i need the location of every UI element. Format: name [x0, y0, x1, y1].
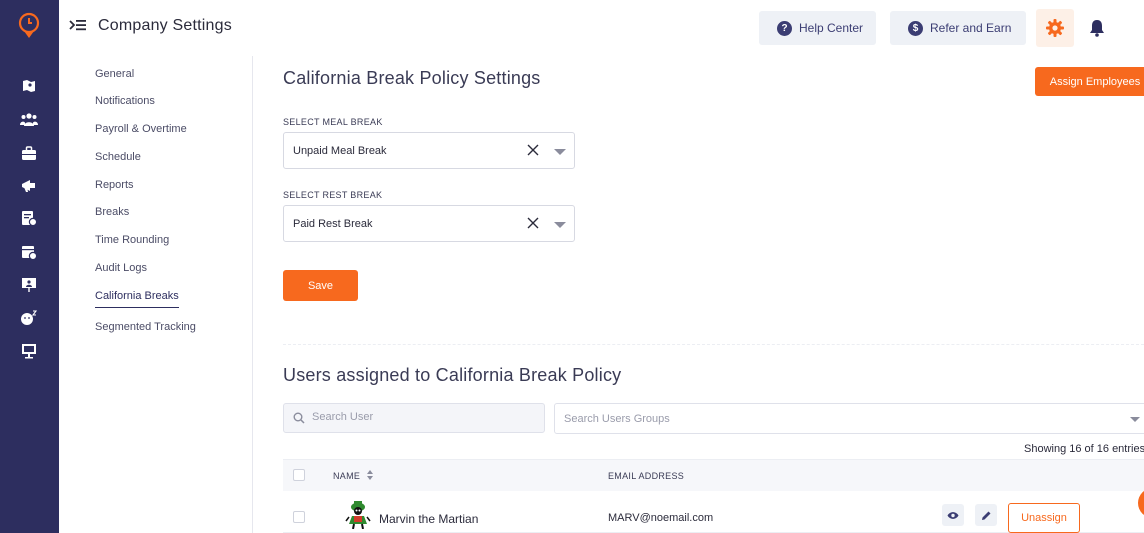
save-button[interactable]: Save [283, 270, 358, 301]
map-icon[interactable] [20, 77, 38, 95]
users-groups-placeholder: Search Users Groups [564, 413, 670, 425]
schedule-icon[interactable] [20, 243, 38, 261]
edit-user-button[interactable] [975, 504, 997, 526]
select-all-checkbox[interactable] [293, 469, 305, 481]
email-column-header: EMAIL ADDRESS [608, 471, 685, 481]
refer-and-earn-label: Refer and Earn [930, 21, 1012, 35]
section-divider [283, 344, 1144, 345]
meal-break-value: Unpaid Meal Break [293, 145, 387, 157]
presentation-icon[interactable] [20, 276, 38, 294]
subnav-item-general[interactable]: General [95, 68, 134, 80]
search-user-input[interactable] [312, 411, 532, 423]
subnav-item-reports[interactable]: Reports [95, 179, 134, 191]
search-users-groups-select[interactable]: Search Users Groups [554, 403, 1144, 434]
subnav-item-notifications[interactable]: Notifications [95, 95, 155, 107]
sort-icon[interactable] [366, 469, 374, 481]
row-checkbox[interactable] [293, 511, 305, 523]
gear-icon [1046, 19, 1064, 37]
sleep-icon[interactable] [20, 309, 38, 327]
subnav-item-breaks[interactable]: Breaks [95, 206, 129, 218]
subnav-item-california-breaks[interactable]: California Breaks [95, 290, 179, 308]
clear-rest-break-icon[interactable] [527, 217, 539, 229]
user-name: Marvin the Martian [379, 512, 479, 526]
chevron-down-icon[interactable] [554, 149, 566, 155]
subnav-item-schedule[interactable]: Schedule [95, 151, 141, 163]
megaphone-icon[interactable] [20, 176, 38, 194]
search-user-field[interactable] [283, 403, 545, 433]
meal-break-select[interactable]: Unpaid Meal Break [283, 132, 575, 169]
pencil-icon [981, 511, 990, 520]
help-center-button[interactable]: ? Help Center [759, 11, 876, 45]
monitor-icon[interactable] [20, 342, 38, 360]
menu-toggle-icon[interactable] [69, 18, 87, 34]
team-icon[interactable] [20, 110, 38, 128]
unassign-button[interactable]: Unassign [1008, 503, 1080, 533]
subnav-item-time-rounding[interactable]: Time Rounding [95, 234, 169, 246]
top-header: Company Settings ? Help Center $ Refer a… [59, 0, 1144, 56]
help-center-label: Help Center [799, 21, 864, 35]
name-column-header[interactable]: NAME [333, 471, 360, 481]
timesheet-icon[interactable] [20, 209, 38, 227]
assign-employees-button[interactable]: Assign Employees [1035, 67, 1144, 96]
clear-meal-break-icon[interactable] [527, 144, 539, 156]
meal-break-label: SELECT MEAL BREAK [283, 117, 383, 127]
avatar [345, 501, 371, 529]
entries-count: Showing 16 of 16 entries [1024, 443, 1144, 455]
table-row: Marvin the Martian MARV@noemail.com Unas… [283, 491, 1144, 533]
settings-button[interactable] [1036, 9, 1074, 47]
help-icon: ? [777, 20, 792, 36]
page-title: Company Settings [98, 17, 232, 34]
user-email: MARV@noemail.com [608, 512, 714, 524]
rest-break-label: SELECT REST BREAK [283, 190, 383, 200]
view-user-button[interactable] [942, 504, 964, 526]
left-rail [0, 0, 59, 533]
briefcase-icon[interactable] [20, 144, 38, 162]
dollar-icon: $ [908, 20, 923, 36]
notification-bell-icon[interactable] [1089, 19, 1105, 37]
rest-break-value: Paid Rest Break [293, 218, 373, 230]
rest-break-select[interactable]: Paid Rest Break [283, 205, 575, 242]
subnav-item-audit-logs[interactable]: Audit Logs [95, 262, 147, 274]
users-section-title: Users assigned to California Break Polic… [283, 365, 622, 385]
subnav-item-segmented-tracking[interactable]: Segmented Tracking [95, 321, 196, 333]
main-content: California Break Policy Settings Assign … [253, 56, 1144, 533]
table-header: NAME EMAIL ADDRESS [283, 459, 1144, 491]
subnav-item-payroll-overtime[interactable]: Payroll & Overtime [95, 123, 187, 135]
policy-settings-title: California Break Policy Settings [283, 68, 541, 88]
eye-icon [947, 511, 959, 519]
search-icon [293, 412, 305, 424]
chevron-down-icon[interactable] [554, 222, 566, 228]
settings-subnav: General Notifications Payroll & Overtime… [59, 56, 253, 533]
chevron-down-icon[interactable] [1130, 417, 1140, 422]
app-logo-icon[interactable] [17, 12, 41, 40]
refer-and-earn-button[interactable]: $ Refer and Earn [890, 11, 1026, 45]
